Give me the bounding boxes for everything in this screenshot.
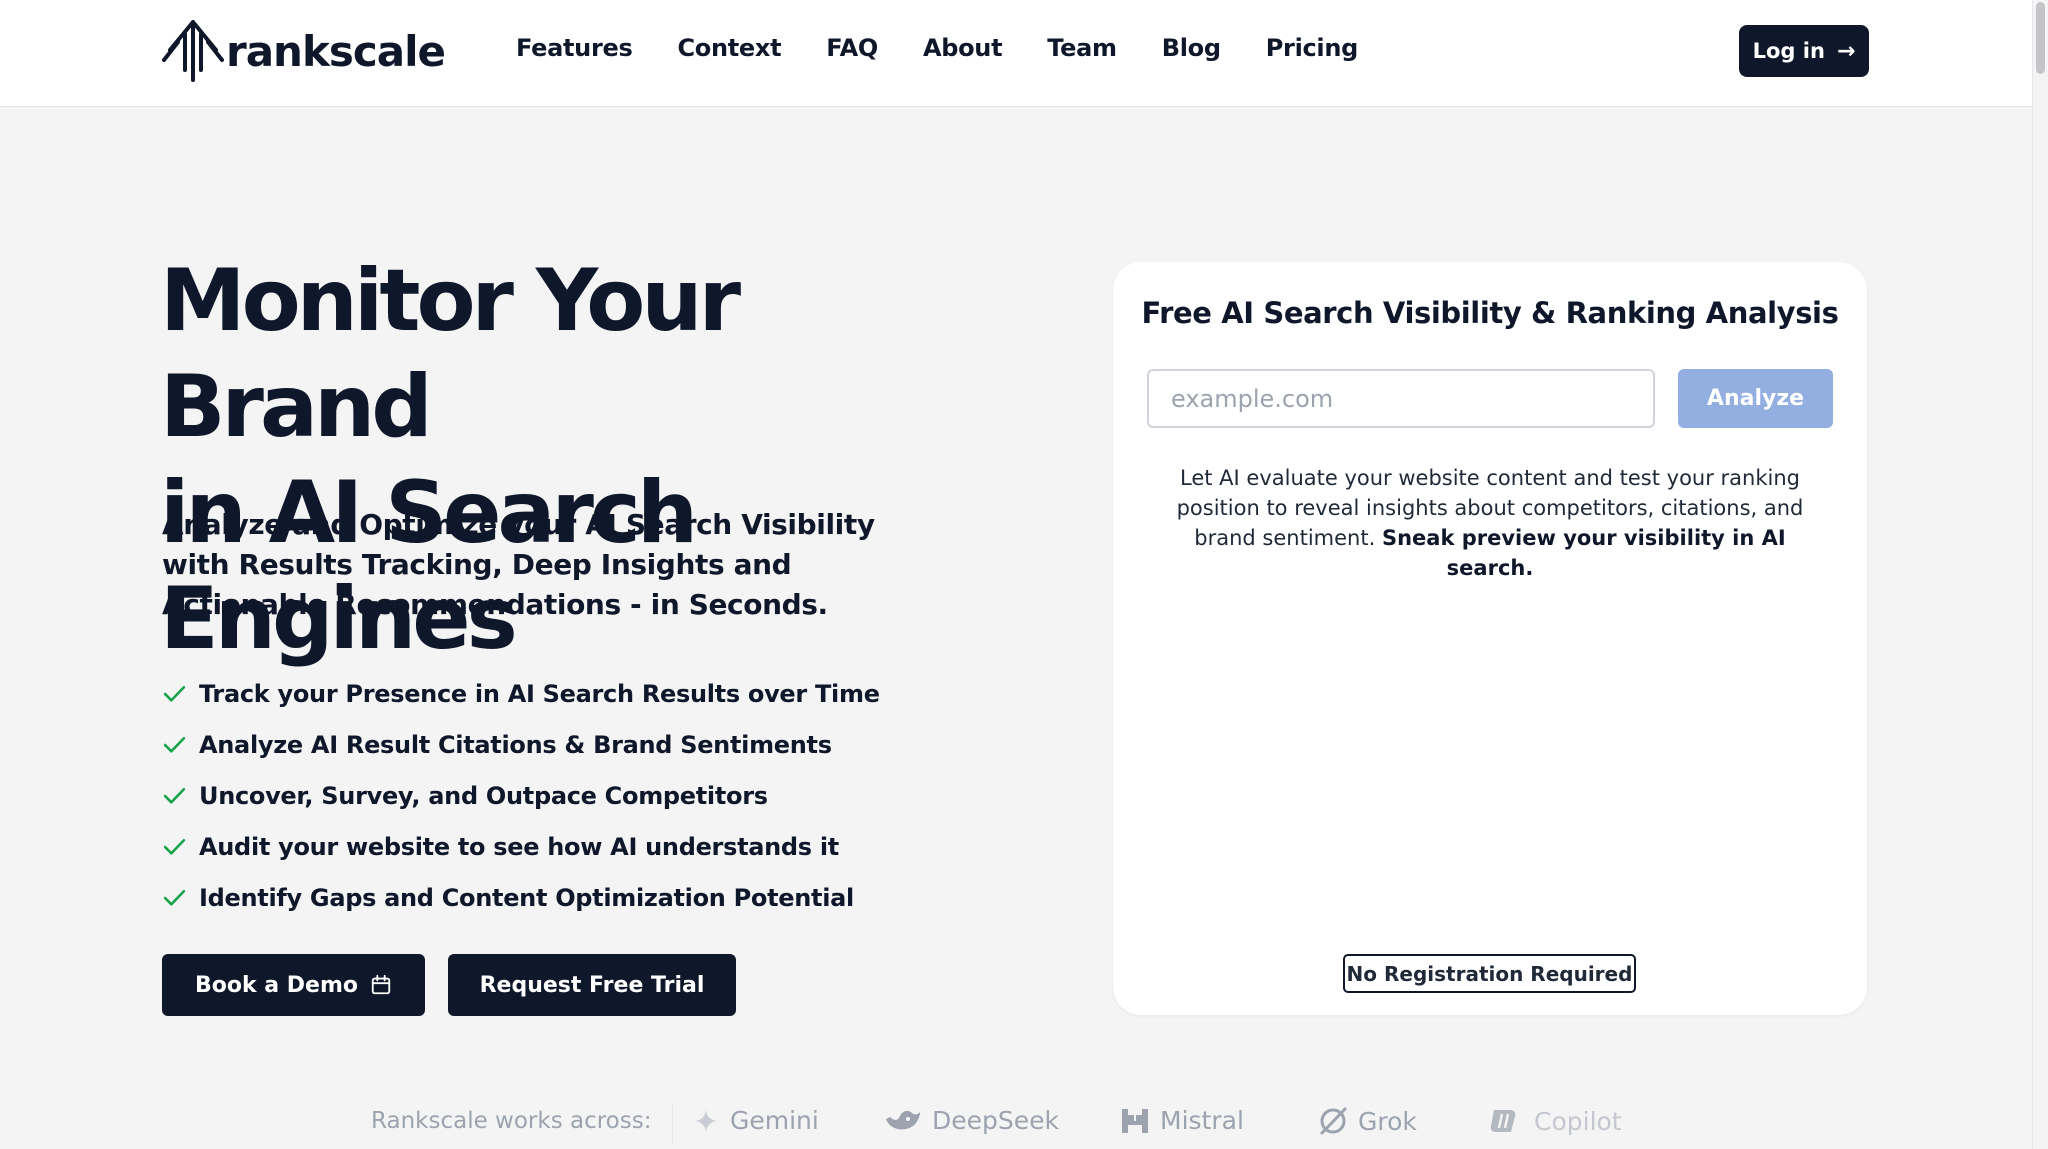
request-trial-button[interactable]: Request Free Trial — [448, 954, 736, 1016]
gemini-icon — [693, 1107, 719, 1134]
partner-name: Copilot — [1534, 1106, 1622, 1136]
feature-item: Analyze AI Result Citations & Brand Sent… — [162, 719, 880, 770]
check-icon — [163, 787, 186, 804]
hero-title-line1: Monitor Your Brand — [160, 251, 741, 457]
copilot-icon — [1490, 1110, 1516, 1132]
feature-item: Track your Presence in AI Search Results… — [162, 668, 880, 719]
login-label: Log in — [1752, 39, 1825, 63]
feature-text: Audit your website to see how AI underst… — [199, 832, 839, 861]
partner-gemini: Gemini — [692, 1106, 819, 1135]
scrollbar[interactable] — [2032, 0, 2048, 1149]
brand-name: rankscale — [226, 26, 446, 76]
partner-grok: Grok — [1318, 1106, 1417, 1136]
works-across-label: Rankscale works across: — [371, 1108, 652, 1134]
feature-text: Uncover, Survey, and Outpace Competitors — [199, 781, 768, 810]
mistral-icon — [1122, 1108, 1148, 1133]
feature-text: Track your Presence in AI Search Results… — [199, 679, 880, 708]
nav-pricing[interactable]: Pricing — [1266, 34, 1359, 62]
deepseek-icon — [886, 1110, 920, 1129]
check-icon — [163, 838, 186, 855]
feature-list: Track your Presence in AI Search Results… — [162, 668, 880, 923]
book-demo-label: Book a Demo — [194, 972, 358, 998]
calendar-icon — [371, 974, 391, 995]
login-button[interactable]: Log in → — [1739, 25, 1869, 77]
analyze-label: Analyze — [1706, 386, 1805, 411]
analyze-button[interactable]: Analyze — [1678, 369, 1833, 428]
partner-mistral: Mistral — [1120, 1106, 1244, 1135]
feature-text: Analyze AI Result Citations & Brand Sent… — [199, 730, 832, 759]
check-icon — [163, 685, 186, 702]
nav-blog[interactable]: Blog — [1162, 34, 1221, 62]
divider — [672, 1104, 673, 1144]
main-nav: Features Context FAQ About Team Blog Pri… — [516, 34, 1403, 62]
logo[interactable]: rankscale — [160, 20, 446, 82]
grok-icon — [1320, 1107, 1347, 1135]
feature-item: Uncover, Survey, and Outpace Competitors — [162, 770, 880, 821]
partner-deepseek: DeepSeek — [884, 1106, 1059, 1135]
analysis-card: Free AI Search Visibility & Ranking Anal… — [1113, 262, 1867, 1015]
check-icon — [163, 736, 186, 753]
feature-item: Identify Gaps and Content Optimization P… — [162, 872, 880, 923]
book-demo-button[interactable]: Book a Demo — [162, 954, 425, 1016]
hero-subtitle: Analyze and Optimize your AI Search Visi… — [162, 508, 875, 621]
rankscale-logo-icon — [162, 20, 224, 82]
partner-name: DeepSeek — [932, 1106, 1059, 1135]
card-title: Free AI Search Visibility & Ranking Anal… — [1141, 296, 1839, 330]
nav-about[interactable]: About — [923, 34, 1003, 62]
partner-name: Mistral — [1160, 1106, 1244, 1135]
domain-input[interactable] — [1147, 369, 1655, 428]
hero-actions: Book a Demo Request Free Trial — [162, 954, 736, 1016]
no-registration-badge: No Registration Required — [1343, 954, 1636, 993]
feature-text: Identify Gaps and Content Optimization P… — [199, 883, 854, 912]
card-description: Let AI evaluate your website content and… — [1163, 463, 1817, 583]
card-description-bold: Sneak preview your visibility in AI sear… — [1381, 526, 1786, 580]
partner-name: Gemini — [730, 1106, 819, 1135]
check-icon — [163, 889, 186, 906]
nav-team[interactable]: Team — [1047, 34, 1117, 62]
feature-item: Audit your website to see how AI underst… — [162, 821, 880, 872]
request-trial-label: Request Free Trial — [479, 972, 705, 998]
nav-faq[interactable]: FAQ — [826, 34, 878, 62]
scrollbar-thumb[interactable] — [2036, 2, 2045, 74]
arrow-right-icon: → — [1836, 38, 1856, 64]
site-header: rankscale Features Context FAQ About Tea… — [0, 0, 2032, 107]
partner-name: Grok — [1358, 1106, 1417, 1136]
partner-copilot: Copilot — [1488, 1106, 1622, 1136]
nav-context[interactable]: Context — [677, 34, 781, 62]
nav-features[interactable]: Features — [516, 34, 633, 62]
